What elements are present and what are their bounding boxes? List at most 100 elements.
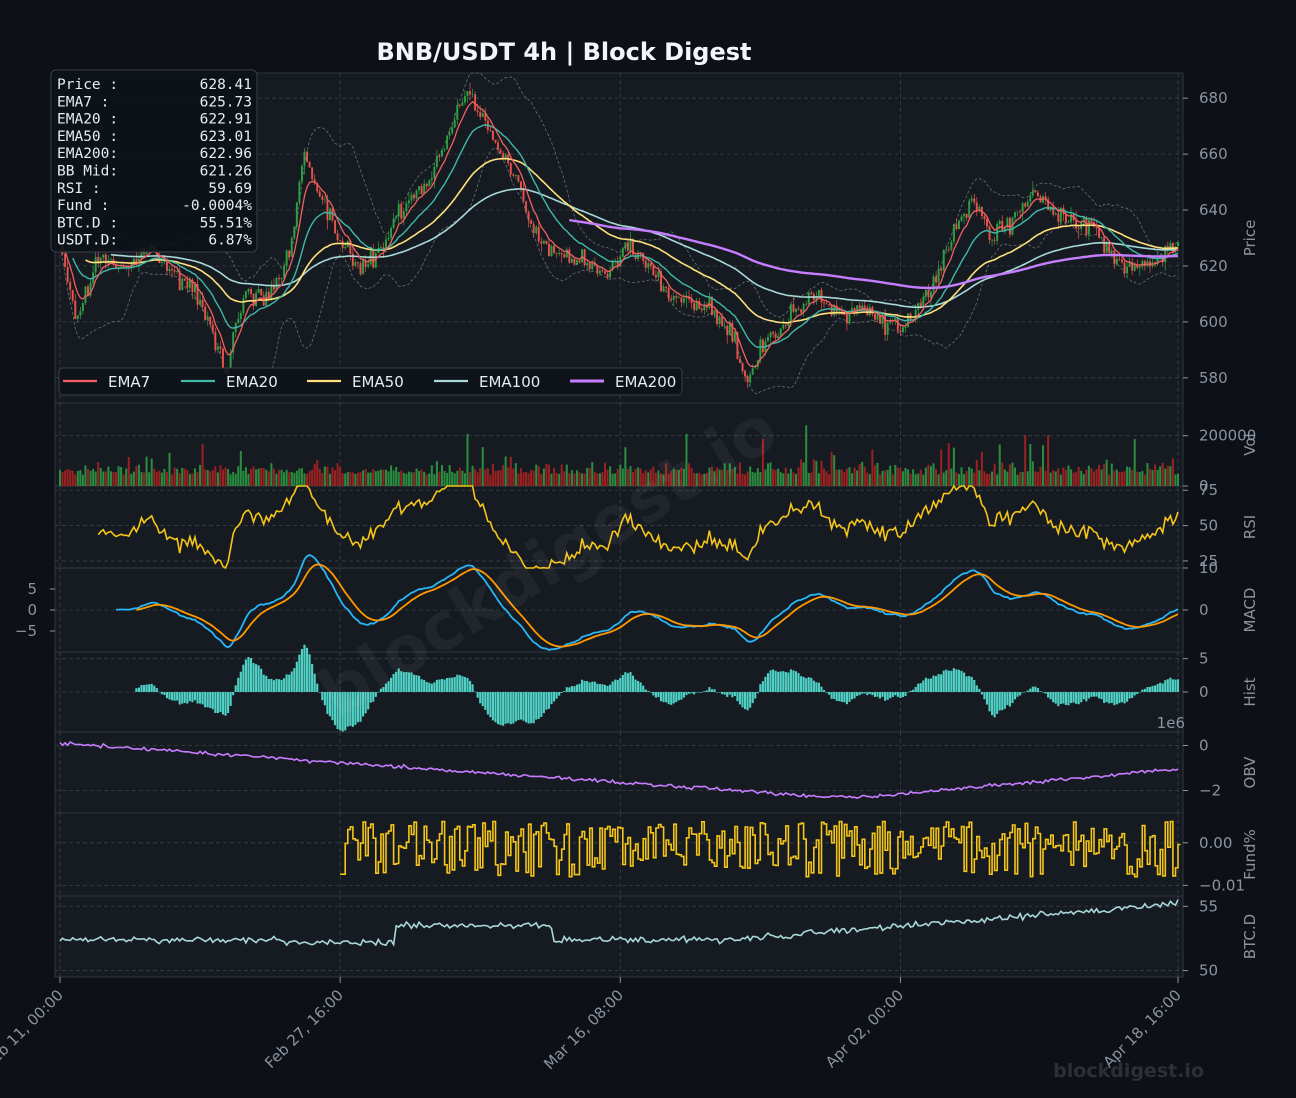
- hist-bar: [866, 692, 869, 696]
- candle-body: [682, 298, 685, 303]
- hist-bar: [896, 692, 899, 697]
- volume-bar: [303, 473, 306, 486]
- volume-bar: [1176, 473, 1180, 486]
- volume-bar: [1128, 467, 1131, 486]
- volume-bar: [1103, 464, 1106, 486]
- candle-body: [288, 250, 291, 257]
- hist-bar: [687, 692, 691, 694]
- hist-bar: [728, 692, 731, 695]
- volume-bar: [336, 463, 339, 486]
- hist-bar: [988, 692, 991, 712]
- volume-bar: [425, 474, 428, 486]
- volume-bar: [1098, 465, 1101, 486]
- candle-body: [102, 254, 105, 258]
- hist-bar: [868, 692, 871, 695]
- candle-body: [334, 220, 337, 234]
- hist-bar: [517, 692, 520, 721]
- volume-bar: [835, 469, 838, 486]
- candle-body: [206, 316, 209, 320]
- volume-bar: [772, 469, 775, 486]
- volume-bar: [122, 474, 125, 486]
- hist-bar: [886, 692, 889, 700]
- volume-bar: [1146, 463, 1149, 486]
- hist-bar: [1039, 691, 1042, 692]
- volume-bar: [405, 473, 408, 486]
- hist-bar: [229, 692, 232, 707]
- candle-body: [1001, 221, 1004, 231]
- candle-body: [588, 262, 591, 269]
- hist-bar: [440, 678, 444, 692]
- candle-body: [555, 252, 558, 254]
- hist-bar: [135, 688, 138, 692]
- hist-bar: [209, 692, 212, 709]
- hist-bar: [794, 671, 798, 692]
- hist-bar: [1092, 692, 1096, 697]
- candle-body: [405, 203, 408, 212]
- candle-body: [741, 362, 744, 372]
- hist-bar: [593, 681, 596, 692]
- volume-bar: [331, 467, 334, 486]
- volume-bar: [199, 464, 202, 486]
- hist-bar: [1095, 692, 1098, 697]
- volume-bar: [150, 458, 153, 486]
- candle-body: [779, 328, 782, 336]
- ytick-label-btcd: 50: [1199, 962, 1218, 980]
- candle-body: [708, 297, 711, 308]
- volume-bar: [407, 471, 410, 486]
- candle-body: [703, 305, 706, 311]
- candle-body: [1026, 201, 1029, 207]
- candle-body: [795, 308, 797, 312]
- hist-bar: [1041, 692, 1045, 693]
- volume-bar: [965, 470, 968, 486]
- volume-bar: [998, 444, 1001, 486]
- volume-bar: [135, 466, 138, 486]
- candle-body: [767, 336, 769, 342]
- candle-body: [512, 174, 515, 176]
- volume-bar: [779, 472, 782, 486]
- hist-bar: [1087, 692, 1090, 699]
- hist-bar: [1159, 682, 1162, 692]
- candle-body: [318, 191, 321, 197]
- candle-body: [525, 201, 528, 212]
- hist-bar: [693, 692, 696, 695]
- hist-bar: [558, 692, 561, 696]
- hist-bar: [975, 685, 978, 692]
- hist-bar: [1151, 685, 1154, 692]
- candle-body: [744, 371, 747, 377]
- candle-body: [214, 331, 217, 350]
- volume-bar: [295, 470, 298, 486]
- volume-bar: [204, 469, 207, 486]
- ytick-label-obv: 0: [1199, 737, 1209, 755]
- volume-bar: [153, 468, 156, 486]
- hist-bar: [802, 676, 805, 692]
- volume-bar: [206, 470, 209, 486]
- volume-bar: [514, 463, 517, 486]
- volume-bar: [991, 471, 994, 486]
- candle-body: [74, 300, 77, 319]
- volume-bar: [1036, 472, 1039, 486]
- volume-bar: [344, 473, 347, 486]
- candle-body: [1126, 266, 1129, 274]
- volume-bar: [871, 449, 874, 486]
- volume-bar: [1003, 469, 1006, 486]
- volume-bar: [810, 472, 813, 486]
- volume-bar: [397, 471, 400, 486]
- volume-bar: [489, 474, 492, 486]
- candle-body: [621, 248, 624, 257]
- volume-bar: [901, 471, 904, 486]
- volume-bar: [420, 469, 423, 486]
- hist-bar: [878, 692, 882, 699]
- volume-bar: [66, 469, 69, 486]
- volume-bar: [960, 467, 963, 486]
- volume-bar: [1013, 467, 1017, 486]
- candle-body: [624, 242, 627, 249]
- volume-bar: [415, 468, 418, 486]
- volume-bar: [367, 472, 370, 486]
- candle-body: [1021, 203, 1024, 213]
- hist-bar: [647, 690, 650, 692]
- ytick-label-rsi: 75: [1199, 481, 1218, 499]
- hist-bar: [738, 692, 742, 705]
- info-value: -0.0004%: [182, 198, 252, 214]
- candle-body: [828, 304, 831, 306]
- volume-bar: [532, 470, 535, 486]
